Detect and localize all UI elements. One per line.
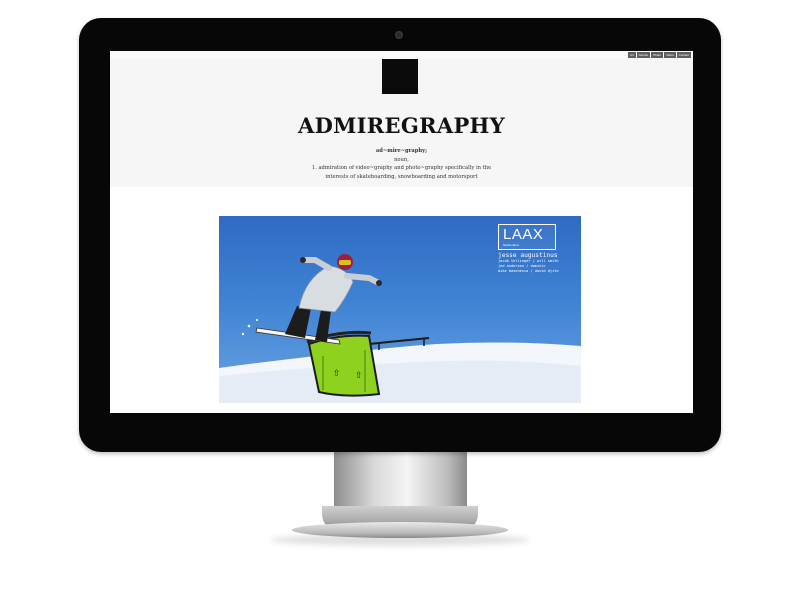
- monitor-stand-base: [292, 522, 508, 538]
- website-screen: Art Admire Photo Video Contact ADMIREGRA…: [110, 51, 693, 413]
- laax-logo-box: LAAX Switzerland: [498, 224, 556, 250]
- svg-text:⇧: ⇧: [355, 371, 363, 381]
- rider-name: jesse augustinus: [498, 252, 558, 259]
- site-title: ADMIREGRAPHY: [298, 113, 505, 138]
- site-header: ADMIREGRAPHY ad~mire~graphy; noun, 1. ad…: [110, 59, 693, 187]
- camera-dot: [395, 31, 403, 39]
- svg-text:⇧: ⇧: [333, 369, 341, 379]
- nav-item-contact[interactable]: Contact: [676, 52, 691, 58]
- laax-logo-sub: Switzerland: [503, 243, 519, 247]
- top-nav: Art Admire Photo Video Contact: [627, 52, 691, 58]
- credit-line-3: mike basenesca / david djite: [498, 269, 559, 273]
- definition-pos: noun,: [394, 156, 409, 163]
- photo-credits: jesse augustinus jacob tellinger / will …: [498, 252, 578, 274]
- nav-item-photo[interactable]: Photo: [651, 52, 664, 58]
- site-definition: ad~mire~graphy; noun, 1. admiration of v…: [110, 147, 693, 181]
- nav-item-video[interactable]: Video: [664, 52, 676, 58]
- definition-line-1: 1. admiration of video~graphy and photo~…: [311, 165, 492, 171]
- site-logo[interactable]: [382, 59, 418, 94]
- laax-logo: LAAX: [503, 226, 544, 243]
- top-bar: Art Admire Photo Video Contact: [110, 51, 693, 59]
- hero-photo[interactable]: ⇧ ⇧ LAAX Switzerland jesse augustinus ja…: [219, 216, 581, 403]
- definition-word: ad~mire~graphy;: [375, 148, 428, 154]
- nav-item-art[interactable]: Art: [627, 52, 636, 58]
- definition-line-2: interests of skateboarding, snowboarding…: [325, 173, 478, 180]
- nav-item-admire[interactable]: Admire: [636, 52, 651, 58]
